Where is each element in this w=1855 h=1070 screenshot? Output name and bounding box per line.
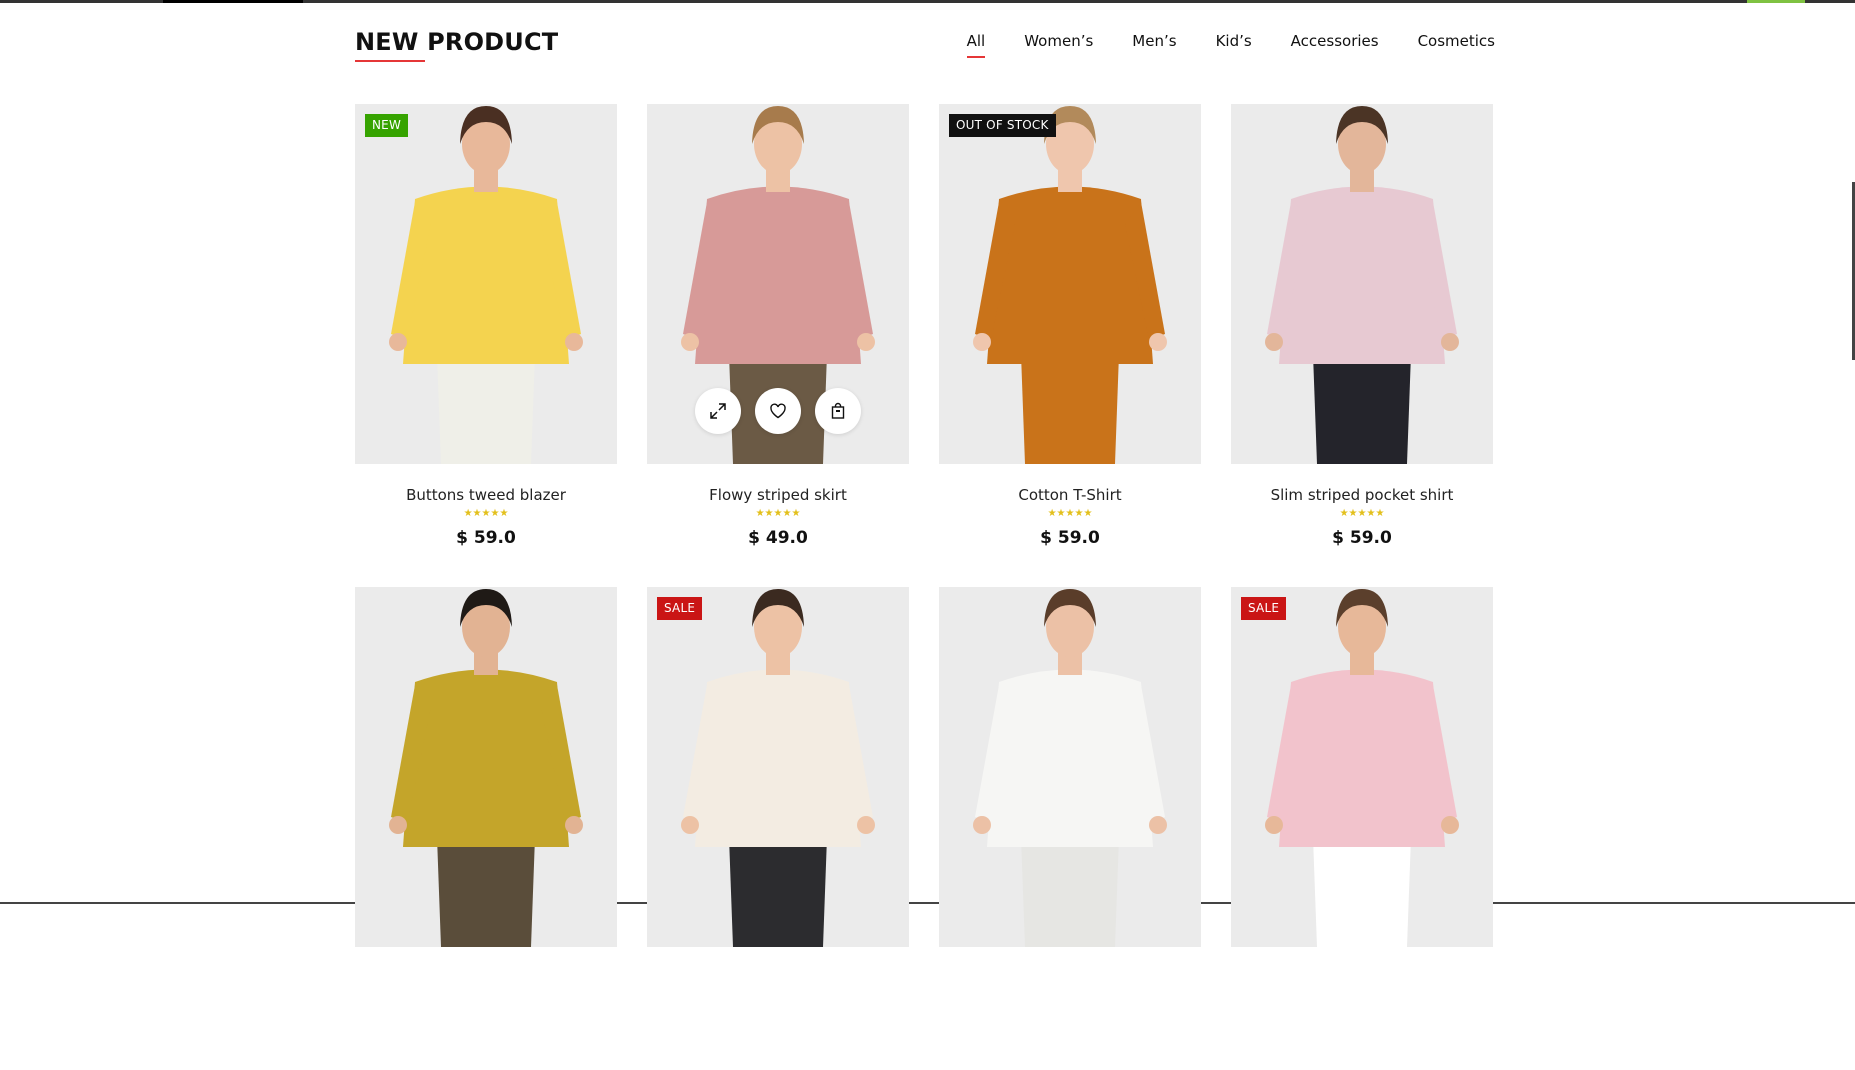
rating-stars: ★★★★★ — [463, 508, 509, 519]
model-hand-left — [389, 816, 407, 834]
product-badge: SALE — [657, 597, 703, 620]
expand-icon — [710, 403, 726, 419]
model-hand-right — [1441, 333, 1459, 351]
model-bottoms — [437, 837, 535, 947]
product-photo — [1265, 589, 1459, 947]
model-hand-left — [389, 333, 407, 351]
product-card[interactable]: Slim striped pocket shirt ★★★★★ $ 59.0 — [1231, 104, 1493, 587]
top-border-accent — [1747, 0, 1805, 3]
product-card[interactable]: OUT OF STOCK Cotton T-Shirt ★★★★★ $ 59.0 — [939, 104, 1201, 587]
product-image[interactable]: SALE — [1231, 587, 1493, 947]
model-hand-right — [1149, 816, 1167, 834]
product-photo — [681, 589, 875, 947]
filter-mens[interactable]: Men’s — [1132, 32, 1176, 50]
model-bottoms — [1021, 354, 1119, 464]
model-top — [403, 186, 569, 364]
product-name[interactable]: Cotton T-Shirt — [939, 486, 1201, 504]
product-price: $ 59.0 — [1040, 528, 1100, 548]
product-price: $ 59.0 — [456, 528, 516, 548]
product-image[interactable] — [939, 587, 1201, 947]
product-price: $ 59.0 — [1332, 528, 1392, 548]
section-title: NEW PRODUCT — [355, 28, 559, 56]
model-bottoms — [1313, 354, 1411, 464]
product-hover-actions — [695, 388, 861, 434]
page-top-border — [0, 0, 1855, 3]
model-bottoms — [437, 354, 535, 464]
model-top — [1279, 669, 1445, 847]
product-filter-nav: All Women’s Men’s Kid’s Accessories Cosm… — [966, 32, 1495, 58]
product-image[interactable] — [647, 104, 909, 464]
product-card[interactable] — [939, 587, 1201, 1070]
product-photo — [973, 589, 1167, 947]
product-grid: NEW Buttons tweed blazer ★★★★★ $ 59.0 Fl… — [355, 104, 1495, 1070]
top-border-segment — [163, 0, 303, 3]
quick-view-button[interactable] — [695, 388, 741, 434]
model-hand-left — [1265, 333, 1283, 351]
model-top — [1279, 186, 1445, 364]
product-badge: OUT OF STOCK — [949, 114, 1056, 137]
model-bottoms — [1313, 837, 1411, 947]
model-top — [695, 669, 861, 847]
model-hand-left — [681, 333, 699, 351]
model-bottoms — [1021, 837, 1119, 947]
model-top — [403, 669, 569, 847]
model-hand-left — [973, 816, 991, 834]
rating-stars: ★★★★★ — [755, 508, 801, 519]
product-image[interactable] — [1231, 104, 1493, 464]
product-card[interactable]: Flowy striped skirt ★★★★★ $ 49.0 — [647, 104, 909, 587]
product-name[interactable]: Flowy striped skirt — [647, 486, 909, 504]
product-photo — [1265, 106, 1459, 464]
product-name[interactable]: Buttons tweed blazer — [355, 486, 617, 504]
filter-womens[interactable]: Women’s — [1024, 32, 1093, 50]
model-top — [695, 186, 861, 364]
product-image[interactable]: SALE — [647, 587, 909, 947]
product-card[interactable] — [355, 587, 617, 1070]
model-hand-left — [973, 333, 991, 351]
product-card[interactable]: NEW Buttons tweed blazer ★★★★★ $ 59.0 — [355, 104, 617, 587]
model-hand-left — [681, 816, 699, 834]
add-to-cart-button[interactable] — [815, 388, 861, 434]
model-top — [987, 669, 1153, 847]
filter-all[interactable]: All — [966, 32, 985, 58]
rating-stars: ★★★★★ — [1047, 508, 1093, 519]
model-bottoms — [729, 837, 827, 947]
model-hand-right — [857, 816, 875, 834]
product-badge: NEW — [365, 114, 409, 137]
shopping-bag-icon — [831, 402, 845, 419]
section-title-underline — [355, 60, 425, 62]
rating-stars: ★★★★★ — [1339, 508, 1385, 519]
heart-icon — [770, 403, 786, 419]
product-name[interactable]: Slim striped pocket shirt — [1231, 486, 1493, 504]
product-card[interactable]: SALE — [647, 587, 909, 1070]
product-photo — [973, 106, 1167, 464]
model-top — [987, 186, 1153, 364]
product-badge: SALE — [1241, 597, 1287, 620]
product-price: $ 49.0 — [748, 528, 808, 548]
filter-cosmetics[interactable]: Cosmetics — [1418, 32, 1495, 50]
product-image[interactable] — [355, 587, 617, 947]
model-hand-left — [1265, 816, 1283, 834]
product-image[interactable]: NEW — [355, 104, 617, 464]
model-hand-right — [565, 816, 583, 834]
product-photo — [389, 106, 583, 464]
product-photo — [389, 589, 583, 947]
model-hand-right — [1149, 333, 1167, 351]
model-hand-right — [1441, 816, 1459, 834]
filter-kids[interactable]: Kid’s — [1216, 32, 1252, 50]
product-image[interactable]: OUT OF STOCK — [939, 104, 1201, 464]
model-hand-right — [565, 333, 583, 351]
filter-accessories[interactable]: Accessories — [1291, 32, 1379, 50]
wishlist-button[interactable] — [755, 388, 801, 434]
product-card[interactable]: SALE — [1231, 587, 1493, 1070]
model-hand-right — [857, 333, 875, 351]
